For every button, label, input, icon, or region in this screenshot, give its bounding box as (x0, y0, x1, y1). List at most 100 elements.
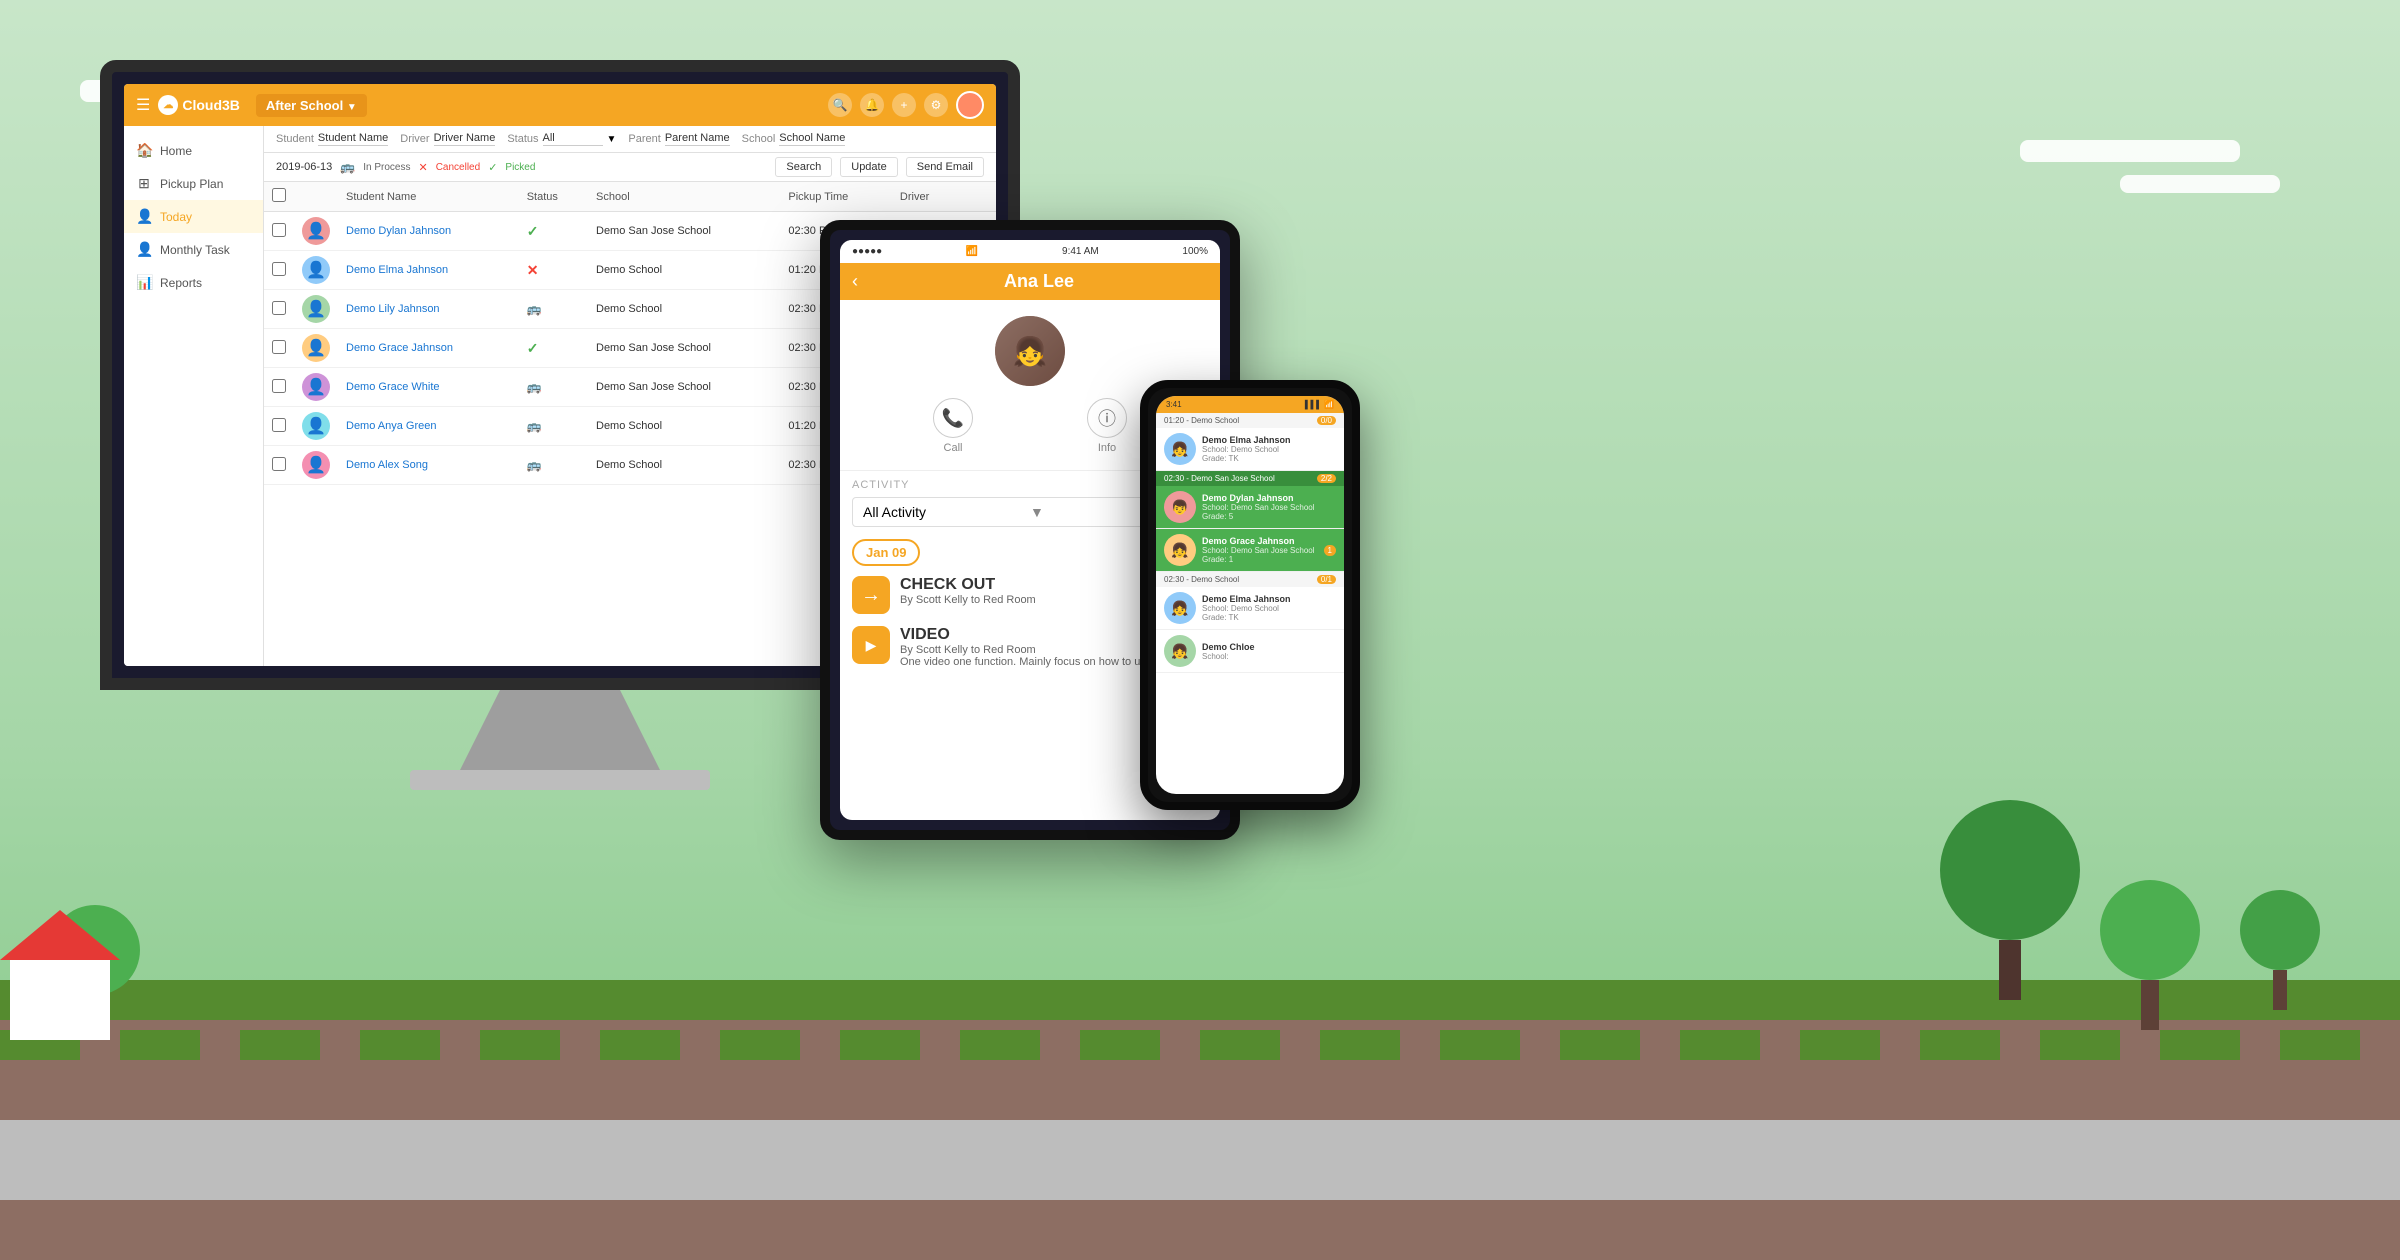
search-icon-btn[interactable]: 🔍 (828, 93, 852, 117)
bus-status-icon: 🚌 (340, 160, 355, 174)
cancelled-icon: ✕ (418, 161, 427, 174)
house-left (0, 910, 120, 1040)
phone-list-item-3[interactable]: 👧 Demo Grace Jahnson School: Demo San Jo… (1156, 529, 1344, 572)
student-name-link[interactable]: Demo Elma Jahnson (346, 264, 448, 276)
phone-route-1: 01:20 - Demo School 0/0 (1156, 413, 1344, 428)
student-name-link[interactable]: Demo Anya Green (346, 420, 437, 432)
menu-icon[interactable]: ☰ (136, 95, 150, 115)
logo-text: Cloud3B (182, 97, 240, 113)
row-status-cell: 🚌 (519, 446, 588, 485)
status-dropdown-icon[interactable]: ▼ (607, 134, 617, 145)
program-selector[interactable]: After School ▼ (256, 94, 367, 117)
parent-filter: Parent Parent Name (628, 132, 729, 146)
phone-avatar-4: 👧 (1164, 592, 1196, 624)
today-icon: 👤 (136, 208, 152, 225)
status-bus-icon: 🚌 (527, 302, 542, 316)
row-school-cell: Demo San Jose School (588, 212, 780, 251)
phone-list-item-4[interactable]: 👧 Demo Elma Jahnson School: Demo School … (1156, 587, 1344, 630)
row-status-cell: ✓ (519, 212, 588, 251)
phone-count-4: 0/1 (1317, 575, 1336, 584)
row-status-cell: 🚌 (519, 407, 588, 446)
row-checkbox[interactable] (272, 223, 286, 237)
pickup-plan-icon: ⊞ (136, 175, 152, 192)
row-school-cell: Demo School (588, 290, 780, 329)
phone-count-2: 2/2 (1317, 474, 1336, 483)
row-name-cell: Demo Anya Green (338, 407, 519, 446)
ground (0, 980, 2400, 1260)
row-avatar-cell: 👤 (294, 368, 338, 407)
phone-item-text-5: Demo Chloe School: (1202, 642, 1336, 661)
student-name-link[interactable]: Demo Grace White (346, 381, 440, 393)
row-checkbox[interactable] (272, 301, 286, 315)
tablet-wifi-icon: 📶 (966, 246, 978, 257)
row-checkbox[interactable] (272, 418, 286, 432)
call-icon: 📞 (933, 398, 973, 438)
program-chevron: ▼ (347, 102, 357, 113)
search-button[interactable]: Search (775, 157, 832, 177)
phone-time: 3:41 (1166, 400, 1182, 409)
phone-list-item-2[interactable]: 👦 Demo Dylan Jahnson School: Demo San Jo… (1156, 486, 1344, 529)
row-name-cell: Demo Grace Jahnson (338, 329, 519, 368)
row-name-cell: Demo Elma Jahnson (338, 251, 519, 290)
sidebar-item-reports[interactable]: 📊 Reports (124, 266, 263, 299)
row-checkbox[interactable] (272, 379, 286, 393)
row-avatar-cell: 👤 (294, 290, 338, 329)
monitor-stand (460, 690, 660, 770)
sidebar-item-monthly-task[interactable]: 👤 Monthly Task (124, 233, 263, 266)
phone-item-text-2: Demo Dylan Jahnson School: Demo San Jose… (1202, 493, 1336, 521)
bell-icon-btn[interactable]: 🔔 (860, 93, 884, 117)
phone-list-item-1[interactable]: 👧 Demo Elma Jahnson School: Demo School … (1156, 428, 1344, 471)
table-header-row: Student Name Status School Pickup Time D… (264, 182, 996, 212)
checkout-icon: → (852, 576, 890, 614)
row-checkbox[interactable] (272, 340, 286, 354)
picked-badge: Picked (505, 162, 535, 173)
settings-icon-btn[interactable]: ⚙ (924, 93, 948, 117)
row-checkbox[interactable] (272, 262, 286, 276)
student-avatar: 👤 (302, 217, 330, 245)
row-status-cell: ✕ (519, 251, 588, 290)
avatar-image: 👧 (995, 316, 1065, 386)
deco-bar-2 (2120, 175, 2280, 193)
sidebar-item-home[interactable]: 🏠 Home (124, 134, 263, 167)
student-name-link[interactable]: Demo Dylan Jahnson (346, 225, 451, 237)
student-avatar: 👤 (302, 373, 330, 401)
send-email-button[interactable]: Send Email (906, 157, 984, 177)
tablet-time: 9:41 AM (1062, 246, 1099, 257)
col-school: School (588, 182, 780, 212)
plus-icon-btn[interactable]: + (892, 93, 916, 117)
status-bus-icon: 🚌 (527, 458, 542, 472)
phone-avatar-1: 👧 (1164, 433, 1196, 465)
video-content: VIDEO By Scott Kelly to Red Room One vid… (900, 626, 1177, 668)
col-student-name: Student Name (338, 182, 519, 212)
phone-signal: ▌▌▌ 📶 (1305, 400, 1334, 409)
select-all-checkbox[interactable] (272, 188, 286, 202)
in-process-badge: In Process (363, 162, 410, 173)
row-school-cell: Demo School (588, 446, 780, 485)
student-name-link[interactable]: Demo Alex Song (346, 459, 428, 471)
status-picked-icon: ✓ (527, 223, 539, 239)
row-status-cell: 🚌 (519, 368, 588, 407)
monitor-base (410, 770, 710, 790)
sidebar-item-today[interactable]: 👤 Today (124, 200, 263, 233)
user-avatar[interactable] (956, 91, 984, 119)
student-name-link[interactable]: Demo Lily Jahnson (346, 303, 440, 315)
update-button[interactable]: Update (840, 157, 897, 177)
phone-status-bar: 3:41 ▌▌▌ 📶 (1156, 396, 1344, 413)
call-action[interactable]: 📞 Call (933, 398, 973, 454)
row-checkbox[interactable] (272, 457, 286, 471)
student-avatar: 👤 (302, 334, 330, 362)
student-avatar: 👤 (302, 256, 330, 284)
info-action[interactable]: ⓘ Info (1087, 398, 1127, 454)
date-badge: 2019-06-13 (276, 161, 332, 173)
row-school-cell: Demo School (588, 407, 780, 446)
student-avatar: 👤 (302, 451, 330, 479)
row-checkbox-cell (264, 329, 294, 368)
sidebar-item-pickup-plan[interactable]: ⊞ Pickup Plan (124, 167, 263, 200)
tablet-header: ‹ Ana Lee (840, 263, 1220, 300)
phone-list-item-5[interactable]: 👧 Demo Chloe School: (1156, 630, 1344, 673)
student-name-link[interactable]: Demo Grace Jahnson (346, 342, 453, 354)
logo-icon: ☁ (158, 95, 178, 115)
tablet-status-bar: ●●●●● 📶 9:41 AM 100% (840, 240, 1220, 263)
phone: 3:41 ▌▌▌ 📶 01:20 - Demo School 0/0 👧 Dem… (1140, 380, 1360, 810)
tablet-back-button[interactable]: ‹ (852, 271, 858, 292)
